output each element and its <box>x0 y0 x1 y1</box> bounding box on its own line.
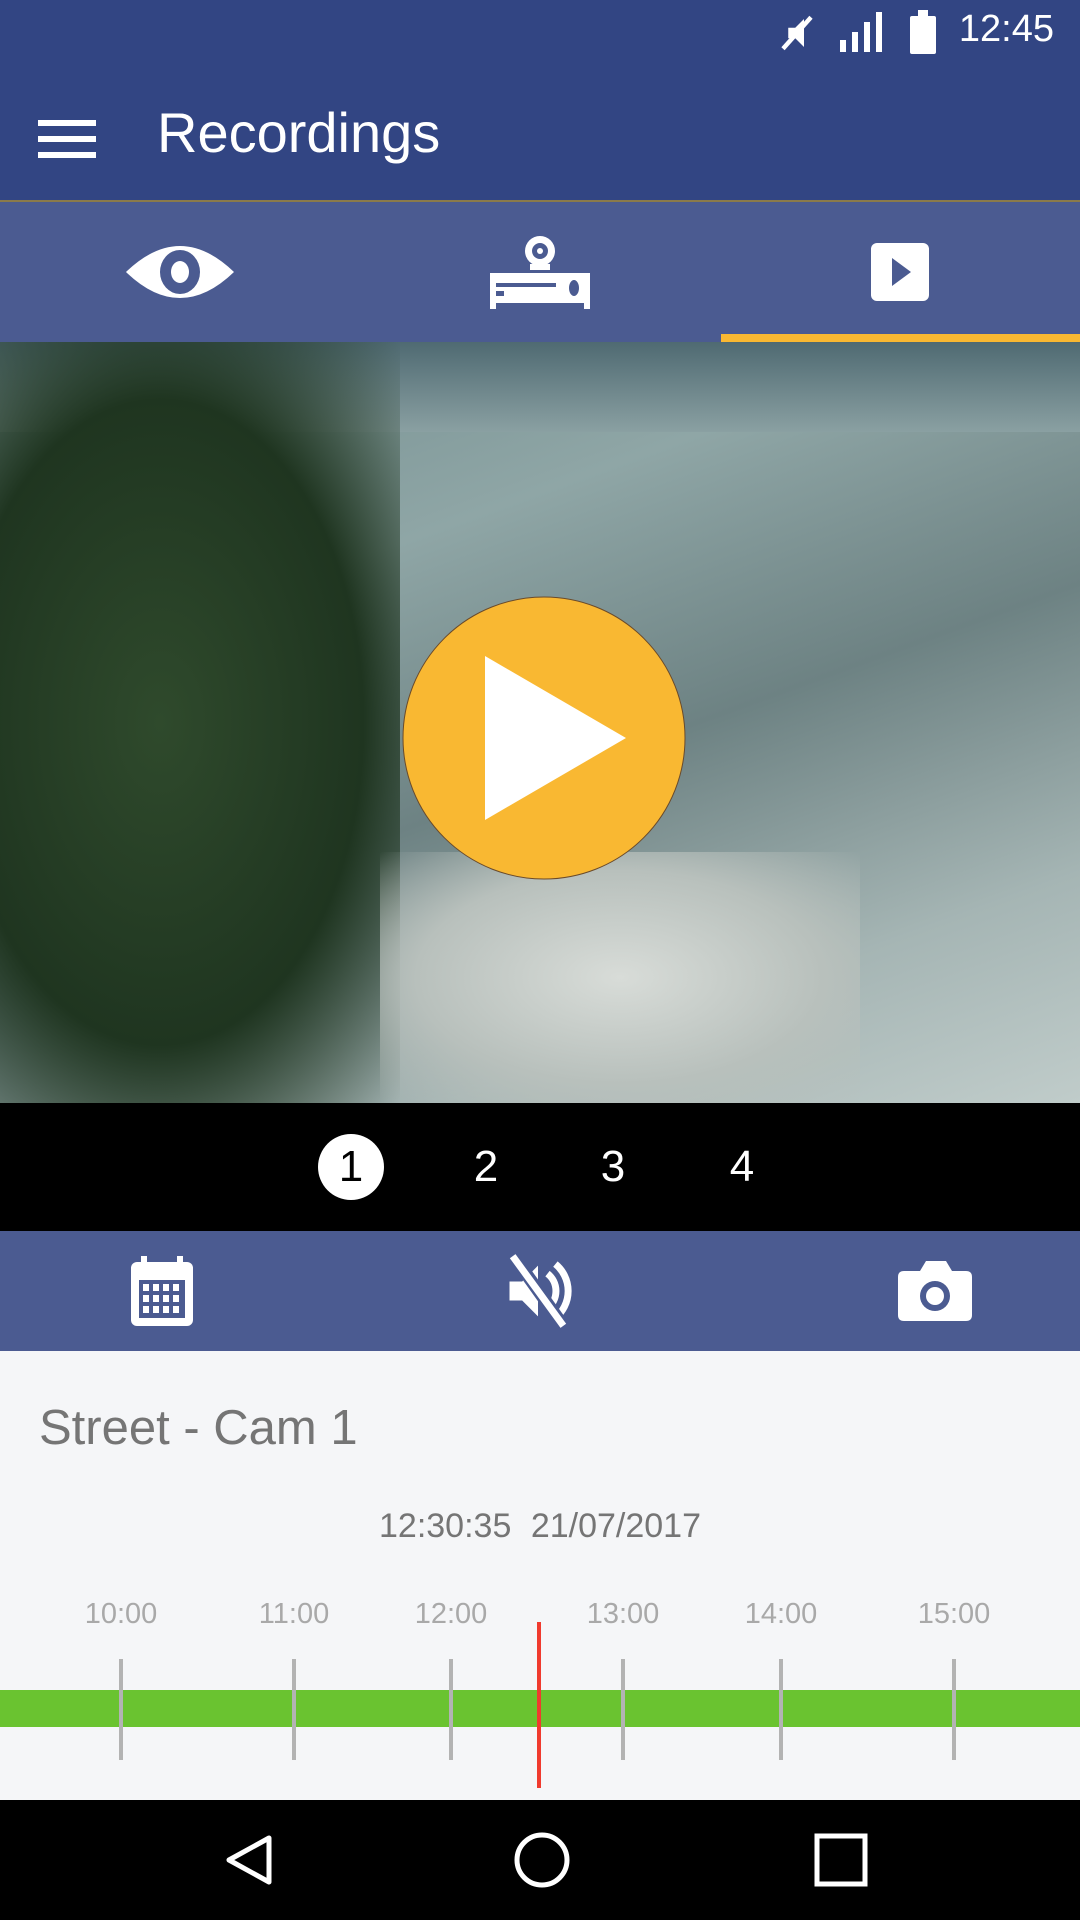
play-icon[interactable] <box>402 596 686 880</box>
timeline-tick <box>292 1659 296 1760</box>
recents-button[interactable] <box>801 1820 881 1900</box>
camera-recorder-icon <box>490 236 590 309</box>
tab-recordings[interactable] <box>720 202 1080 342</box>
camera-snapshot-icon <box>898 1261 972 1321</box>
playback-timestamp: 12:30:35 21/07/2017 <box>0 1507 1080 1546</box>
timeline-tick <box>621 1659 625 1760</box>
video-background-trees <box>0 342 400 1103</box>
camera-pager: 1 2 3 4 <box>0 1103 1080 1231</box>
camera-name: Street - Cam 1 <box>39 1401 358 1455</box>
playback-time: 12:30:35 <box>379 1507 512 1545</box>
timeline-label: 15:00 <box>917 1598 991 1630</box>
back-button[interactable] <box>209 1820 289 1900</box>
hamburger-menu-icon[interactable] <box>38 114 96 164</box>
active-tab-indicator <box>721 334 1080 342</box>
page-1-button[interactable]: 1 <box>318 1134 384 1200</box>
snapshot-button[interactable] <box>895 1251 975 1331</box>
app-bar: Recordings <box>0 78 1080 202</box>
home-button[interactable] <box>502 1820 582 1900</box>
system-nav-bar <box>0 1800 1080 1920</box>
timeline-cursor[interactable] <box>537 1622 541 1788</box>
status-bar: 12:45 <box>0 0 1080 78</box>
page-title: Recordings <box>157 101 441 164</box>
play-box-icon <box>871 243 929 301</box>
signal-icon <box>840 12 882 52</box>
eye-icon <box>126 246 234 298</box>
page-4-button[interactable]: 4 <box>709 1134 775 1200</box>
page-3-button[interactable]: 3 <box>580 1134 646 1200</box>
back-triangle-icon <box>226 1835 272 1885</box>
timeline-label: 11:00 <box>258 1598 330 1630</box>
timeline-tick <box>449 1659 453 1760</box>
tab-bar <box>0 202 1080 342</box>
page-2-button[interactable]: 2 <box>453 1134 519 1200</box>
battery-icon <box>910 10 936 54</box>
player-controls <box>0 1231 1080 1351</box>
video-player[interactable] <box>0 342 1080 1103</box>
timeline-tick <box>119 1659 123 1760</box>
timeline-label: 10:00 <box>84 1598 158 1630</box>
timeline-label: 14:00 <box>744 1598 818 1630</box>
timeline-tick <box>779 1659 783 1760</box>
timeline[interactable]: 10:00 11:00 12:00 13:00 14:00 15:00 <box>0 1590 1080 1800</box>
timeline-label: 12:00 <box>414 1598 488 1630</box>
status-time: 12:45 <box>958 8 1054 50</box>
tab-live[interactable] <box>0 202 360 342</box>
video-background-gravel <box>380 852 860 1103</box>
recents-square-icon <box>814 1833 868 1887</box>
playback-date: 21/07/2017 <box>530 1507 701 1545</box>
volume-off-icon <box>509 1254 572 1329</box>
calendar-button[interactable] <box>122 1251 202 1331</box>
home-circle-icon <box>514 1832 570 1888</box>
timeline-label: 13:00 <box>586 1598 660 1630</box>
mute-icon <box>781 15 813 51</box>
calendar-icon <box>131 1256 193 1326</box>
timeline-tick <box>952 1659 956 1760</box>
tab-devices[interactable] <box>360 202 720 342</box>
mute-button[interactable] <box>498 1251 578 1331</box>
